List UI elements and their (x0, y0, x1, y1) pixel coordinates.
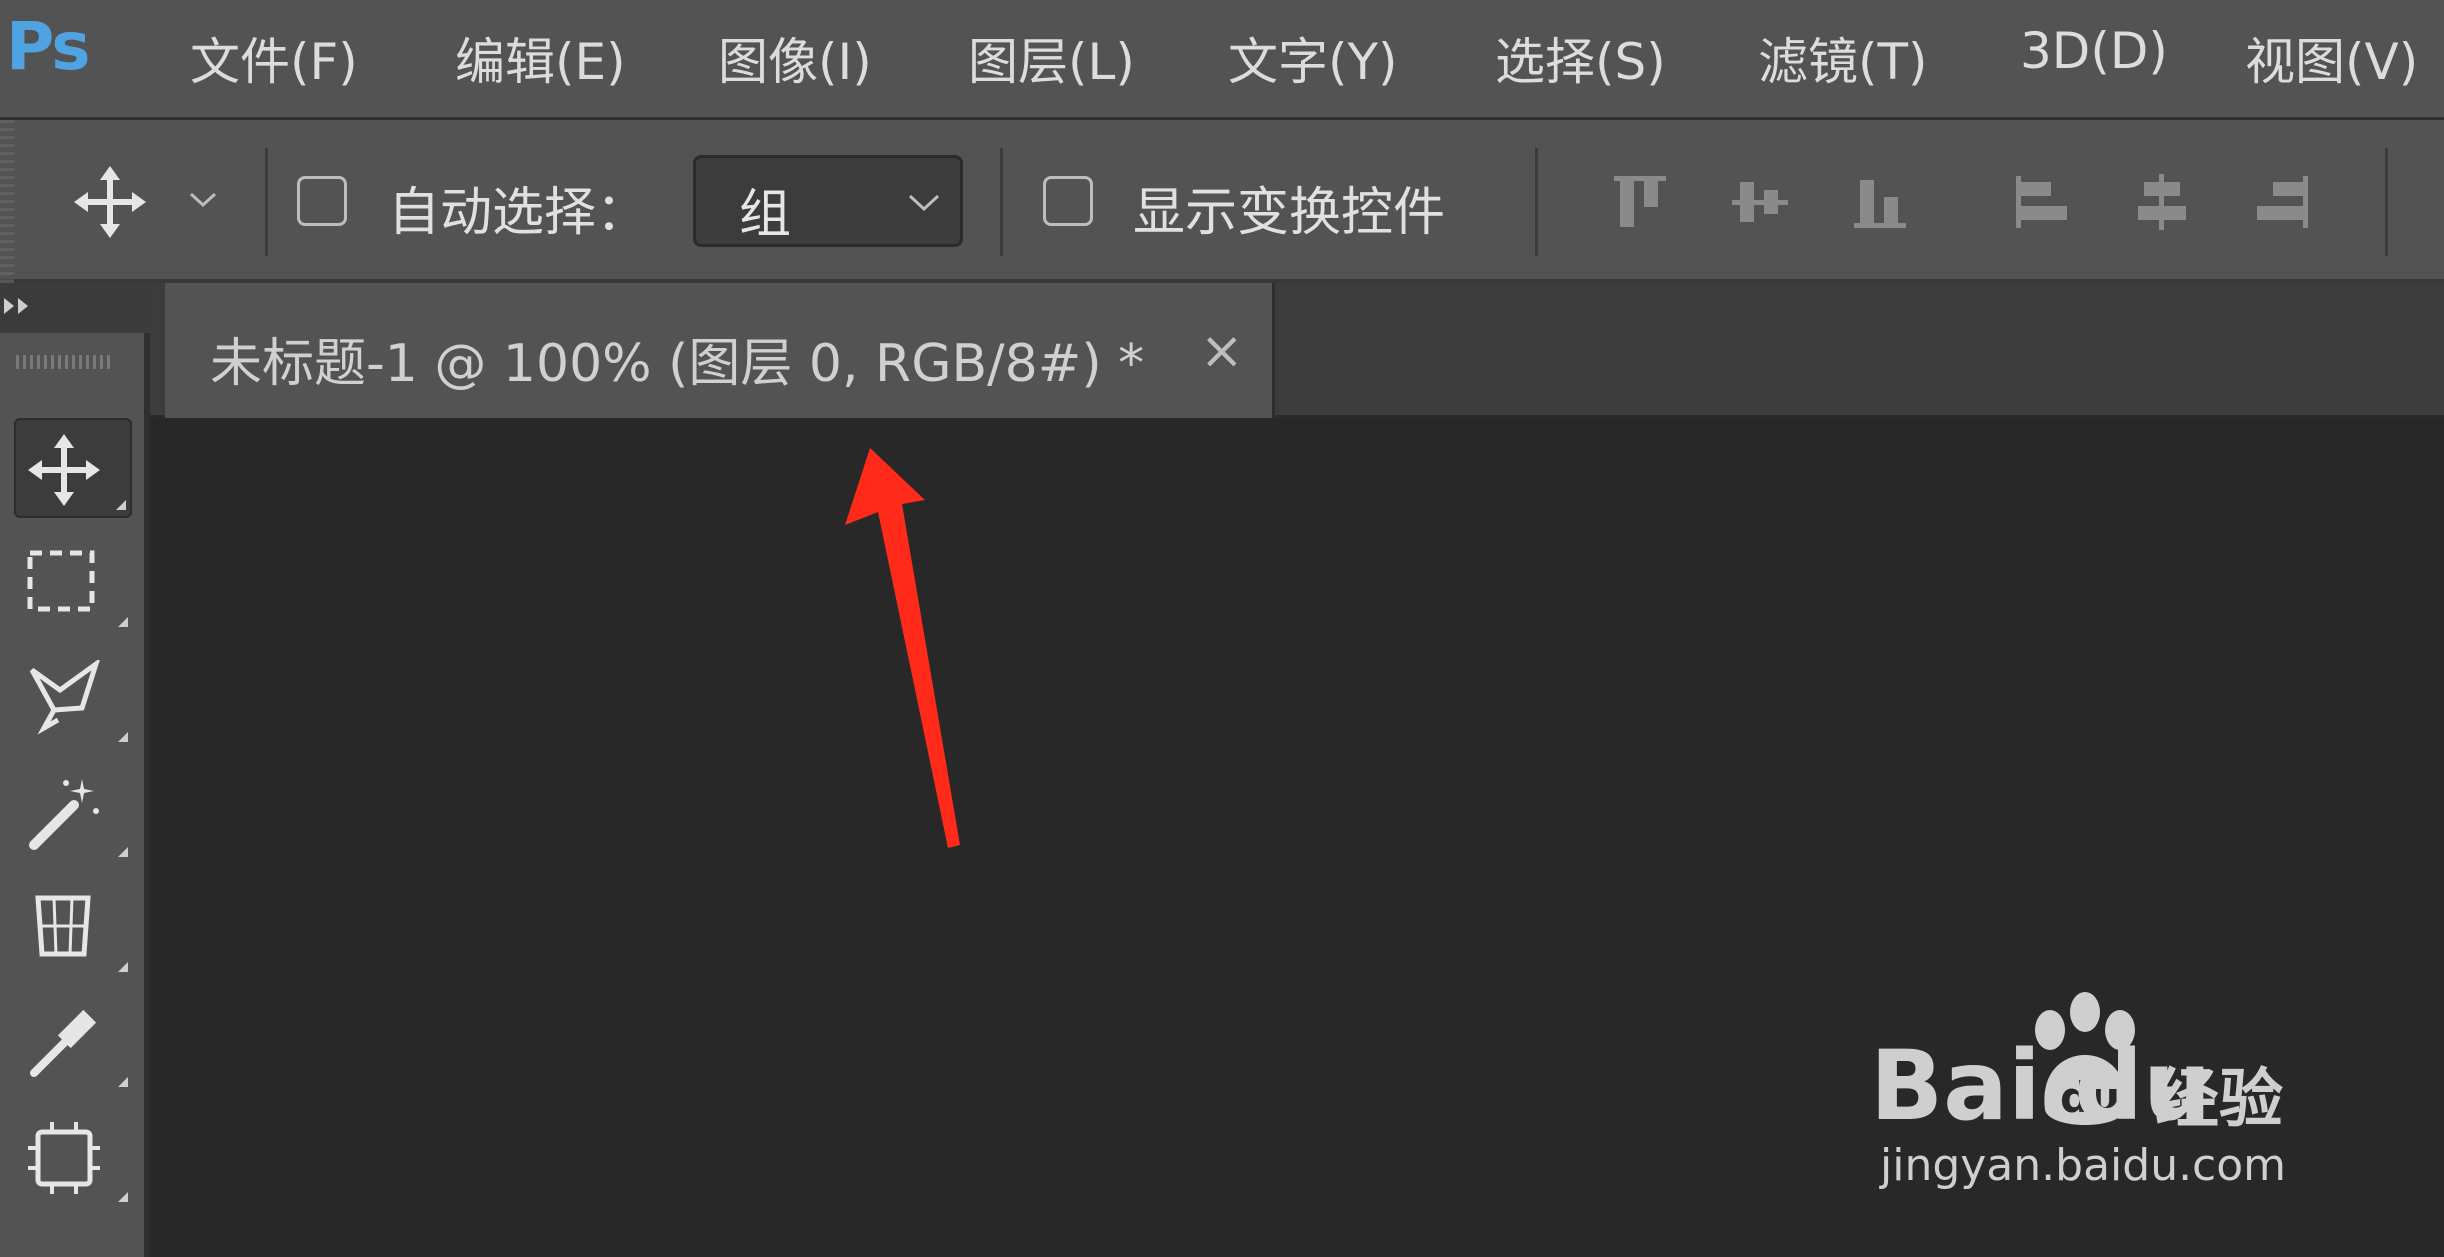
auto-select-checkbox[interactable] (297, 176, 347, 226)
menu-image[interactable]: 图像(I) (718, 22, 872, 94)
menu-3d[interactable]: 3D(D) (2020, 22, 2168, 80)
options-bar: 自动选择： 组 显示变换控件 (0, 120, 2444, 283)
photoshop-logo[interactable]: Ps (6, 8, 90, 85)
show-transform-controls-checkbox[interactable] (1043, 176, 1093, 226)
tool-group-indicator (118, 732, 128, 742)
auto-select-target-dropdown[interactable]: 组 (693, 155, 963, 247)
annotation-arrow-icon (845, 448, 960, 848)
tools-panel-grip[interactable] (16, 355, 112, 369)
separator (265, 148, 268, 256)
tool-group-indicator (118, 617, 128, 627)
tools-panel (0, 283, 150, 1257)
options-bar-grip[interactable] (0, 120, 14, 283)
magic-wand-tool-icon (29, 779, 99, 850)
document-tab[interactable]: 未标题-1 @ 100% (图层 0, RGB/8#) * × (165, 283, 1275, 418)
tool-group-indicator (118, 962, 128, 972)
tools-panel-header[interactable] (0, 283, 150, 333)
document-tab-bar: 未标题-1 @ 100% (图层 0, RGB/8#) * × (150, 283, 2444, 418)
separator (1535, 148, 1538, 256)
dropdown-value: 组 (739, 185, 792, 245)
tool-group-indicator (118, 1077, 128, 1087)
rect-marquee-tool[interactable] (14, 533, 132, 633)
chevron-down-icon (908, 194, 940, 212)
chevron-down-icon[interactable] (188, 190, 218, 210)
menu-select[interactable]: 选择(S) (1495, 22, 1666, 94)
align-vertical-center-icon[interactable] (1728, 170, 1792, 234)
separator (1000, 148, 1003, 256)
move-tool[interactable] (14, 418, 132, 518)
separator (2385, 148, 2388, 256)
align-left-icon[interactable] (2010, 170, 2074, 234)
watermark-url: jingyan.baidu.com (1880, 1140, 2287, 1191)
watermark-brand-cn: 经验 (2155, 1063, 2283, 1137)
align-horizontal-center-icon[interactable] (2130, 170, 2194, 234)
auto-select-label: 自动选择： (388, 183, 649, 243)
tool-group-indicator (118, 847, 128, 857)
menu-layer[interactable]: 图层(L) (968, 22, 1135, 94)
frame-tool-icon (28, 1122, 100, 1194)
tool-group-indicator (116, 500, 126, 510)
move-tool-preset-icon[interactable] (72, 164, 148, 240)
frame-tool[interactable] (14, 1108, 132, 1208)
align-bottom-icon[interactable] (1848, 170, 1912, 234)
menu-type[interactable]: 文字(Y) (1228, 22, 1398, 94)
rect-marquee-tool-icon (27, 550, 95, 612)
move-tool-icon (28, 434, 100, 506)
eyedropper-tool-icon (30, 1009, 97, 1077)
baidu-jingyan-watermark: du Bai du 经验 jingyan.baidu.com (1870, 990, 2320, 1220)
close-tab-button[interactable]: × (1200, 321, 1244, 381)
menu-filter[interactable]: 滤镜(T) (1758, 22, 1928, 94)
show-transform-controls-label: 显示变换控件 (1133, 183, 1446, 243)
lasso-tool[interactable] (14, 648, 132, 748)
lasso-tool-icon (29, 660, 100, 735)
menu-view[interactable]: 视图(V) (2245, 22, 2418, 94)
align-right-icon[interactable] (2250, 170, 2314, 234)
eyedropper-tool[interactable] (14, 993, 132, 1093)
magic-wand-tool[interactable] (14, 763, 132, 863)
perspective-crop-tool[interactable] (14, 878, 132, 978)
menu-edit[interactable]: 编辑(E) (455, 22, 626, 94)
menu-file[interactable]: 文件(F) (190, 22, 358, 94)
perspective-crop-tool-icon (35, 895, 91, 957)
align-top-icon[interactable] (1608, 170, 1672, 234)
tool-group-indicator (118, 1192, 128, 1202)
menu-bar: Ps 文件(F) 编辑(E) 图像(I) 图层(L) 文字(Y) 选择(S) 滤… (0, 0, 2444, 120)
document-title: 未标题-1 @ 100% (图层 0, RGB/8#) * (210, 334, 1145, 394)
expand-panel-icon[interactable] (2, 295, 38, 317)
